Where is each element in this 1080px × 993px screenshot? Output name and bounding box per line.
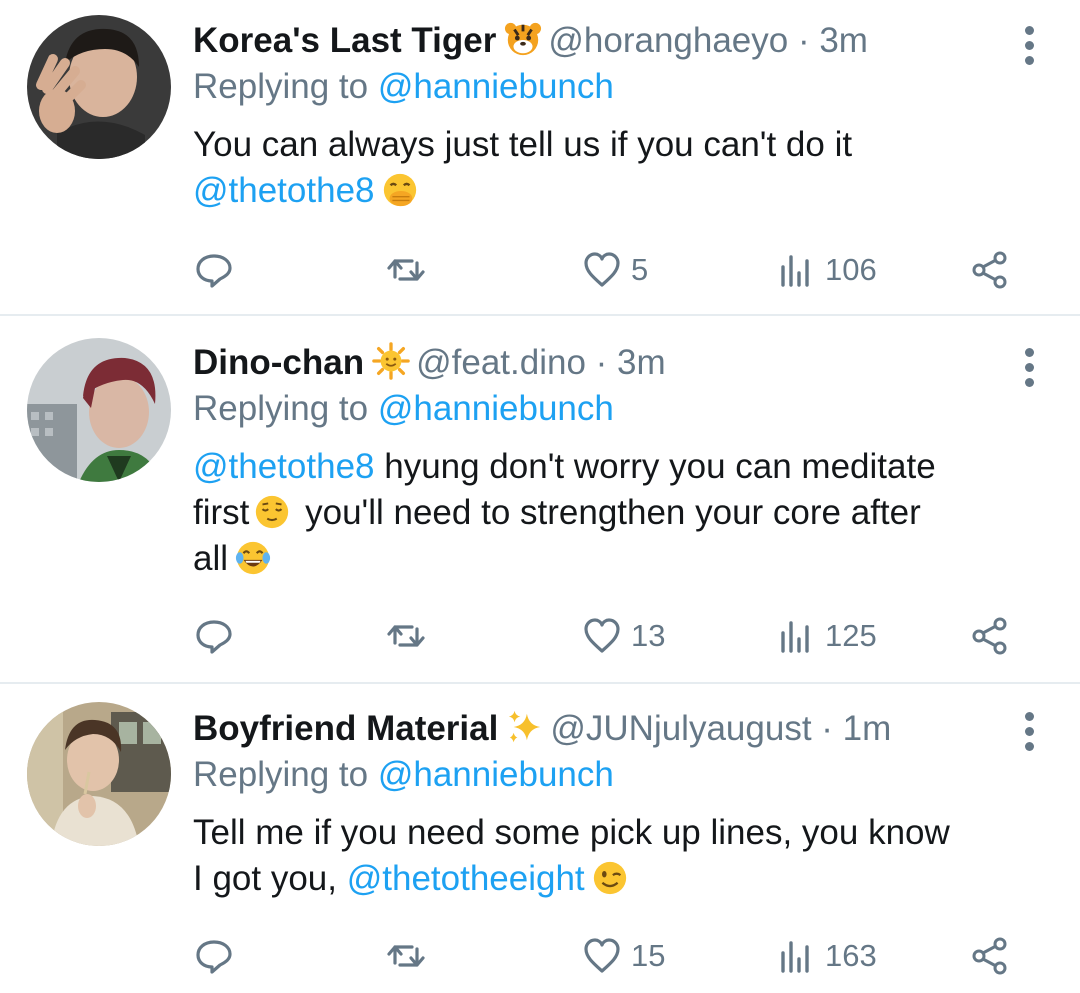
like-count: 5 <box>631 252 649 287</box>
views-icon <box>781 255 809 287</box>
like-button[interactable]: 15 <box>581 932 665 980</box>
view-count: 163 <box>825 938 877 973</box>
replying-to-mention[interactable]: @hanniebunch <box>378 755 614 794</box>
tweet-3[interactable]: Boyfriend Material @JUNjulyaugust · 1m Re… <box>0 684 1080 993</box>
views-button[interactable]: 125 <box>775 612 877 660</box>
tweet-text-segment: all <box>193 539 229 578</box>
tiger-face-icon <box>504 20 542 58</box>
replying-to-label: Replying to <box>193 389 369 428</box>
user-handle[interactable]: @feat.dino <box>416 343 586 382</box>
view-count: 106 <box>825 252 877 287</box>
reply-icon <box>196 620 232 654</box>
sparkles-icon <box>506 708 544 746</box>
tweet-text-segment: hyung don't worry you can meditate <box>374 447 936 486</box>
user-handle[interactable]: @JUNjulyaugust <box>550 709 811 748</box>
retweet-icon <box>387 259 425 281</box>
tweet-text-segment: I got you, <box>193 859 347 898</box>
tweet-text: You can always just tell us if you can't… <box>193 122 1020 214</box>
replying-to-label: Replying to <box>193 67 369 106</box>
replying-to: Replying to @hanniebunch <box>193 64 1020 110</box>
retweet-button[interactable] <box>385 612 427 660</box>
mention-link[interactable]: @thetothe8 <box>193 171 375 210</box>
tweet-header: Korea's Last Tiger @horanghaeyo · 3m <box>193 18 1020 64</box>
like-button[interactable]: 5 <box>581 246 648 294</box>
tweet-2[interactable]: Dino-chan @feat.dino · 3m Replying to @ha… <box>0 316 1080 682</box>
heart-icon <box>584 938 620 973</box>
display-name[interactable]: Korea's Last Tiger <box>193 21 496 60</box>
view-count: 125 <box>825 618 877 653</box>
replying-to-mention[interactable]: @hanniebunch <box>378 67 614 106</box>
timestamp[interactable]: 1m <box>843 709 892 748</box>
avatar[interactable] <box>27 15 171 159</box>
more-options-button[interactable] <box>1024 712 1034 751</box>
separator-dot: · <box>788 21 820 60</box>
tweet-text-segment: first <box>193 493 250 532</box>
share-icon <box>972 937 1007 975</box>
tweet-actions: 5 106 <box>193 246 1023 294</box>
share-icon <box>972 251 1007 289</box>
more-options-button[interactable] <box>1024 26 1034 65</box>
like-count: 13 <box>631 618 666 653</box>
winking-face-icon <box>591 859 629 897</box>
avatar[interactable] <box>27 338 171 482</box>
more-options-button[interactable] <box>1024 348 1034 387</box>
display-name[interactable]: Dino-chan <box>193 343 364 382</box>
face-with-hand-over-mouth-icon <box>381 171 419 209</box>
mention-link[interactable]: @thetotheeight <box>347 859 585 898</box>
tweet-text-line: You can always just tell us if you can't… <box>193 125 853 164</box>
replying-to: Replying to @hanniebunch <box>193 752 1020 798</box>
retweet-button[interactable] <box>385 932 427 980</box>
reply-button[interactable] <box>193 932 235 980</box>
timestamp[interactable]: 3m <box>819 21 868 60</box>
timestamp[interactable]: 3m <box>617 343 666 382</box>
mention-link[interactable]: @thetothe8 <box>193 447 375 486</box>
tweet-text-segment: you'll need to strengthen your core afte… <box>295 493 921 532</box>
views-icon <box>781 941 809 973</box>
avatar[interactable] <box>27 702 171 846</box>
share-icon <box>972 617 1007 655</box>
views-button[interactable]: 163 <box>775 932 877 980</box>
like-button[interactable]: 13 <box>581 612 665 660</box>
views-button[interactable]: 106 <box>775 246 877 294</box>
retweet-button[interactable] <box>385 246 427 294</box>
relieved-face-icon <box>253 493 291 531</box>
reply-button[interactable] <box>193 246 235 294</box>
tweet-1[interactable]: Korea's Last Tiger @horanghaeyo · 3m Repl… <box>0 0 1080 312</box>
share-button[interactable] <box>969 246 1011 294</box>
reply-icon <box>196 940 232 974</box>
tweet-actions: 15 163 <box>193 932 1023 980</box>
separator-dot: · <box>811 709 843 748</box>
heart-icon <box>584 252 620 287</box>
views-icon <box>781 621 809 653</box>
like-count: 15 <box>631 938 666 973</box>
user-handle[interactable]: @horanghaeyo <box>548 21 788 60</box>
replying-to: Replying to @hanniebunch <box>193 386 1020 432</box>
share-button[interactable] <box>969 932 1011 980</box>
share-button[interactable] <box>969 612 1011 660</box>
reply-button[interactable] <box>193 612 235 660</box>
sun-with-face-icon <box>372 342 410 380</box>
tweet-text: Tell me if you need some pick up lines, … <box>193 810 1020 902</box>
tweet-text-line: Tell me if you need some pick up lines, … <box>193 813 950 852</box>
separator-dot: · <box>585 343 618 382</box>
retweet-icon <box>387 625 425 647</box>
face-with-tears-of-joy-icon <box>234 539 272 577</box>
replying-to-mention[interactable]: @hanniebunch <box>378 389 614 428</box>
tweet-actions: 13 125 <box>193 612 1023 660</box>
tweet-header: Boyfriend Material @JUNjulyaugust · 1m <box>193 706 1020 752</box>
tweet-text: @thetothe8 hyung don't worry you can med… <box>193 444 1020 582</box>
reply-icon <box>196 254 232 288</box>
tweet-header: Dino-chan @feat.dino · 3m <box>193 340 1020 386</box>
display-name[interactable]: Boyfriend Material <box>193 709 498 748</box>
heart-icon <box>584 618 620 653</box>
retweet-icon <box>387 945 425 967</box>
replying-to-label: Replying to <box>193 755 369 794</box>
